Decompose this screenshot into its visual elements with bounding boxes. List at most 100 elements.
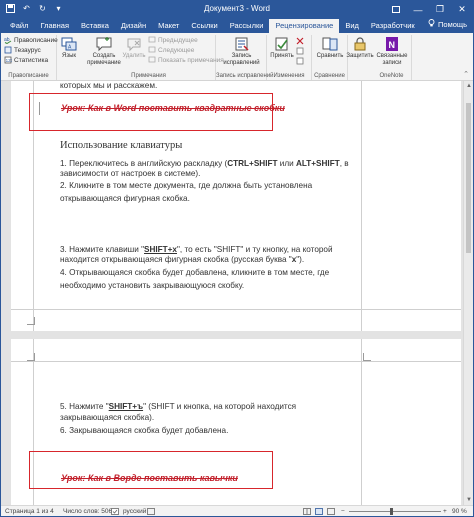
zoom-slider-knob[interactable] — [390, 508, 393, 515]
read-mode-icon[interactable] — [303, 508, 311, 516]
delete-comment-button[interactable]: Удалить — [122, 36, 146, 60]
next-comment-button[interactable]: Следующее — [148, 46, 194, 54]
reject-button[interactable] — [296, 37, 304, 47]
compare-group-label: Сравнение — [314, 73, 345, 79]
thesaurus-icon — [4, 46, 12, 54]
next-comment-label: Следующее — [158, 46, 195, 54]
margin-guide — [361, 339, 362, 505]
scroll-thumb[interactable] — [466, 103, 471, 253]
accept-button[interactable]: Принять — [270, 36, 294, 60]
restore-button[interactable]: ❐ — [429, 1, 451, 18]
step-3-line-2: находится открывающаяся фигурная скобка … — [60, 255, 304, 265]
status-bar: Страница 1 из 4 Число слов: 506 русский … — [1, 505, 473, 516]
title-bar: ↶ ↻ ▾ Документ3 - Word — ❐ ✕ — [1, 1, 473, 18]
word-window: ↶ ↻ ▾ Документ3 - Word — ❐ ✕ Файл Главна… — [0, 0, 474, 517]
step-1: 1. Переключитесь в английскую раскладку … — [60, 159, 349, 169]
print-layout-icon[interactable] — [315, 508, 323, 516]
lesson-link[interactable]: Урок: Как в Word поставить квадратные ск… — [61, 103, 285, 113]
group-tracking: Запись исправлений Запись исправлений — [216, 35, 274, 80]
zoom-out-button[interactable]: − — [341, 508, 345, 515]
step-3-line-2-text: находится открывающаяся фигурная скобка … — [60, 255, 292, 264]
tab-file[interactable]: Файл — [4, 19, 34, 33]
new-comment-icon — [95, 36, 113, 52]
step-4-line-2: необходимо установить закрывающуюся скоб… — [60, 281, 245, 290]
step-2-line-2: открывающаяся фигурная скобка. — [60, 194, 190, 203]
web-layout-icon[interactable] — [327, 508, 335, 516]
language-button[interactable]: A Язык — [60, 36, 78, 60]
tab-view[interactable]: Вид — [339, 19, 365, 33]
minimize-button[interactable]: — — [407, 1, 429, 18]
group-changes: Принять Изменения — [267, 35, 312, 80]
compare-label: Сравнить — [316, 53, 344, 59]
word-count-button[interactable]: 123 Статистика — [4, 56, 48, 64]
thesaurus-button[interactable]: Тезаурус — [4, 46, 41, 54]
accept-label: Принять — [270, 53, 294, 59]
tracking-group-label: Запись исправлений — [216, 73, 274, 79]
new-comment-button[interactable]: Создать примечание — [86, 36, 122, 67]
document-language[interactable]: русский — [123, 508, 146, 515]
previous-comment-icon — [148, 36, 156, 44]
zoom-slider[interactable] — [349, 511, 441, 512]
tell-me-box[interactable]: Помощь — [428, 19, 467, 29]
tab-mailings[interactable]: Рассылки — [224, 19, 270, 33]
proofing-group-label: Правописание — [8, 73, 49, 79]
word-count-label: Статистика — [14, 56, 49, 64]
step-3-end: ", то есть "SHIFT" и ту кнопку, на котор… — [177, 245, 333, 254]
step-6: 6. Закрывающаяся скобка будет добавлена. — [60, 426, 229, 435]
scroll-down-icon[interactable]: ▼ — [465, 496, 473, 504]
group-protect: Защитить — [346, 35, 374, 80]
shortcut-ctrl-shift: CTRL+SHIFT — [227, 159, 278, 168]
word-count[interactable]: Число слов: 506 — [63, 508, 112, 515]
spelling-button[interactable]: ab Правописание — [4, 36, 58, 45]
ribbon-display-icon[interactable] — [385, 1, 407, 18]
margin-guide — [11, 309, 461, 310]
tab-developer[interactable]: Разработчик — [365, 19, 421, 33]
protect-button[interactable]: Защитить — [346, 36, 374, 60]
zoom-level[interactable]: 90 % — [452, 508, 467, 515]
tab-references[interactable]: Ссылки — [185, 19, 223, 33]
page-count[interactable]: Страница 1 из 4 — [5, 508, 54, 515]
word-count-icon: 123 — [4, 56, 14, 64]
next-change-button[interactable] — [296, 57, 304, 67]
group-comments: Создать примечание Удалить Предыдущее Сл… — [82, 35, 224, 80]
group-compare: Сравнить Сравнение — [312, 35, 348, 80]
ribbon-tabs: Файл Главная Вставка Дизайн Макет Ссылки… — [1, 18, 473, 33]
tab-design[interactable]: Дизайн — [115, 19, 152, 33]
previous-change-button[interactable] — [296, 47, 304, 57]
proofing-status-icon[interactable] — [111, 508, 119, 516]
section-heading: Использование клавиатуры — [60, 140, 183, 151]
tab-layout[interactable]: Макет — [152, 19, 185, 33]
new-comment-label: Создать примечание — [87, 53, 121, 66]
svg-text:123: 123 — [6, 58, 12, 63]
track-changes-icon — [233, 36, 251, 52]
shortcut-alt-shift: ALT+SHIFT — [295, 159, 340, 168]
tab-home[interactable]: Главная — [34, 19, 75, 33]
text-cursor — [39, 102, 40, 115]
zoom-in-button[interactable]: + — [443, 508, 447, 515]
lesson-link-box — [29, 451, 273, 489]
page-corner-mark — [363, 353, 371, 361]
track-changes-label: Запись исправлений — [223, 53, 260, 66]
show-comments-button[interactable]: Показать примечания — [148, 56, 224, 64]
lesson-link[interactable]: Урок: Как в Ворде поставить кавычки — [61, 473, 238, 483]
linked-notes-button[interactable]: N Связанные записи — [374, 36, 410, 67]
lock-icon — [351, 36, 369, 52]
margin-guide — [11, 361, 461, 362]
macro-record-icon[interactable] — [147, 508, 155, 516]
onenote-group-label: OneNote — [379, 73, 404, 79]
svg-text:N: N — [389, 40, 396, 50]
track-changes-button[interactable]: Запись исправлений — [219, 36, 264, 67]
close-button[interactable]: ✕ — [451, 1, 473, 18]
compare-icon — [321, 36, 339, 52]
scroll-up-icon[interactable]: ▲ — [465, 82, 473, 90]
collapse-ribbon-icon[interactable]: ⌃ — [463, 70, 469, 78]
previous-comment-button[interactable]: Предыдущее — [148, 36, 198, 44]
ribbon: ab Правописание Тезаурус 123 Статистика … — [1, 33, 473, 81]
compare-button[interactable]: Сравнить — [315, 36, 345, 60]
tab-insert[interactable]: Вставка — [75, 19, 115, 33]
tab-review[interactable]: Рецензирование — [269, 19, 340, 33]
document-page-2: 5. Нажмите "SHIFT+ъ" (SHIFT и кнопка, на… — [11, 339, 461, 505]
vertical-scrollbar[interactable]: ▲ ▼ — [463, 81, 473, 505]
previous-comment-label: Предыдущее — [158, 36, 198, 44]
protect-label: Защитить — [346, 53, 374, 59]
